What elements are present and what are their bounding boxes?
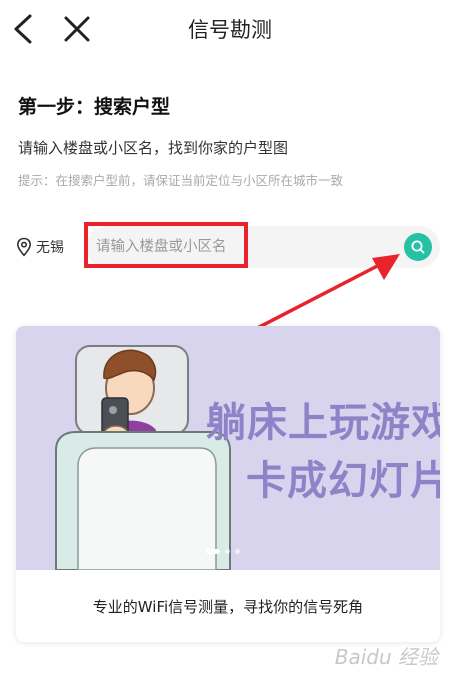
banner-slogan-line1: 躺床上玩游戏 bbox=[206, 400, 440, 446]
banner-caption: 专业的WiFi信号测量，寻找你的信号死角 bbox=[92, 598, 364, 616]
carousel-indicator bbox=[206, 549, 240, 554]
carousel-dot bbox=[206, 549, 220, 554]
watermark: Baidu 经验 bbox=[334, 645, 438, 669]
banner-card[interactable]: 躺床上玩游戏 卡成幻灯片 专业的WiFi信号测量，寻找你的信号死角 bbox=[16, 326, 440, 642]
banner-image: 躺床上玩游戏 卡成幻灯片 bbox=[16, 326, 440, 570]
banner-slogan-line2: 卡成幻灯片 bbox=[246, 458, 440, 504]
carousel-dot bbox=[225, 549, 230, 554]
carousel-dot bbox=[235, 549, 240, 554]
